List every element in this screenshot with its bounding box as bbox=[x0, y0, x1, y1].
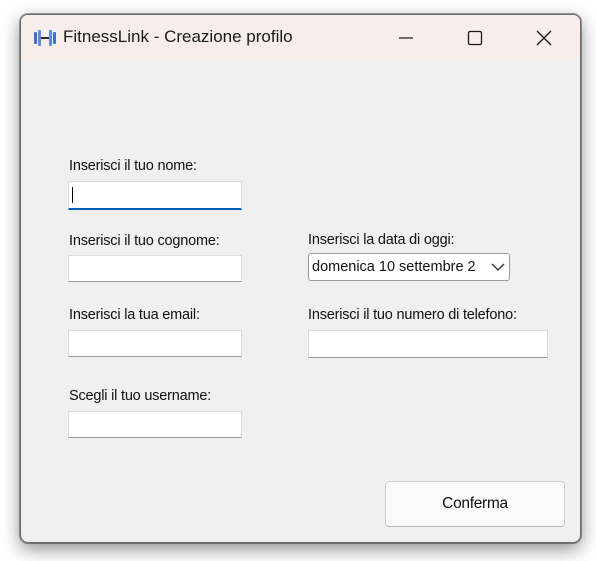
confirm-button[interactable]: Conferma bbox=[385, 481, 565, 527]
nome-input[interactable] bbox=[68, 181, 242, 210]
maximize-button[interactable] bbox=[440, 15, 510, 60]
title-bar[interactable]: FitnessLink - Creazione profilo bbox=[21, 15, 580, 60]
close-icon bbox=[536, 30, 552, 45]
email-input[interactable] bbox=[68, 330, 242, 357]
telefono-input[interactable] bbox=[308, 330, 548, 358]
text-caret bbox=[72, 187, 73, 203]
data-label: Inserisci la data di oggi: bbox=[308, 232, 455, 248]
email-label: Inserisci la tua email: bbox=[69, 307, 200, 323]
window-title: FitnessLink - Creazione profilo bbox=[63, 27, 293, 46]
chevron-down-icon bbox=[491, 263, 505, 271]
minimize-button[interactable] bbox=[371, 15, 441, 60]
date-dropdown-button[interactable] bbox=[487, 254, 509, 280]
close-button[interactable] bbox=[509, 15, 579, 60]
dumbbell-icon bbox=[34, 30, 56, 46]
minimize-icon bbox=[399, 36, 413, 39]
maximize-icon bbox=[467, 30, 483, 45]
cognome-label: Inserisci il tuo cognome: bbox=[69, 233, 220, 249]
username-input[interactable] bbox=[68, 411, 242, 438]
cognome-input[interactable] bbox=[68, 255, 242, 282]
nome-label: Inserisci il tuo nome: bbox=[69, 158, 197, 174]
date-value: domenica 10 settembre 2 bbox=[312, 259, 476, 275]
username-label: Scegli il tuo username: bbox=[69, 388, 212, 404]
telefono-label: Inserisci il tuo numero di telefono: bbox=[308, 307, 517, 323]
profile-window: FitnessLink - Creazione profilo Inserisc… bbox=[20, 14, 581, 543]
date-picker[interactable]: domenica 10 settembre 2 bbox=[308, 253, 510, 281]
